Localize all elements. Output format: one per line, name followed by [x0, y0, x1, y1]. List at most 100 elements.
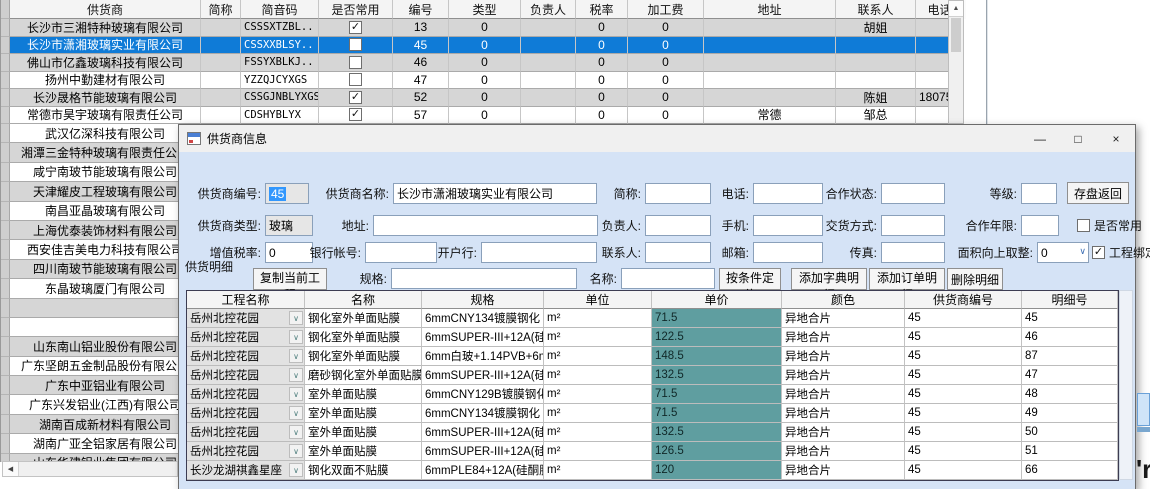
table-cell[interactable]: 岳州北控花园∨: [187, 347, 305, 366]
maximize-button[interactable]: □: [1059, 125, 1097, 152]
minimize-button[interactable]: —: [1021, 125, 1059, 152]
short-name-field[interactable]: [645, 183, 711, 204]
contact-field[interactable]: [645, 242, 711, 263]
table-cell[interactable]: 岳州北控花园∨: [187, 366, 305, 385]
table-cell: CSSSXTZBL..: [241, 19, 319, 37]
chevron-down-icon[interactable]: ∨: [289, 311, 303, 325]
round-up-combobox[interactable]: 0 ∨: [1037, 242, 1089, 263]
table-row[interactable]: 长沙晟格节能玻璃有限公司CSSGJNBLYXGS✓52000陈姐180751: [1, 89, 966, 107]
name-filter-input[interactable]: [621, 268, 715, 289]
table-cell: 47: [393, 72, 449, 90]
supplier-no-field[interactable]: 45: [265, 183, 309, 204]
supplier-name-field[interactable]: [393, 183, 597, 204]
table-row[interactable]: 岳州北控花园∨钢化室外单面贴膜6mmCNY134镀膜钢化m²71.5异地合片45…: [187, 309, 1118, 328]
email-field[interactable]: [753, 242, 823, 263]
list-item[interactable]: 湖南百成新材料有限公司: [1, 415, 178, 434]
list-item[interactable]: 广东中亚铝业有限公司: [1, 376, 178, 395]
detail-scrollbar[interactable]: [1119, 290, 1133, 480]
table-row[interactable]: 岳州北控花园∨室外单面贴膜6mmSUPER-III+12A(硅...m²132.…: [187, 423, 1118, 442]
list-item[interactable]: 上海优泰装饰材料有限公司: [1, 221, 178, 240]
list-item[interactable]: 广东兴发铝业(江西)有限公司: [1, 395, 178, 414]
mobile-field[interactable]: [753, 215, 823, 236]
table-row[interactable]: 常德市昊宇玻璃有限责任公司CDSHYBLYX✓57000常德邹总: [1, 107, 966, 125]
scroll-up-icon[interactable]: ▲: [949, 1, 963, 17]
table-cell: 异地合片: [782, 385, 905, 404]
list-item[interactable]: 南昌亚晶玻璃有限公司: [1, 202, 178, 221]
table-row[interactable]: 长沙龙湖祺鑫星座∨钢化双面不贴膜6mmPLE84+12A(硅酮胶...m²120…: [187, 461, 1118, 480]
phone-field[interactable]: [753, 183, 823, 204]
address-field[interactable]: [373, 215, 598, 236]
table-cell[interactable]: 长沙龙湖祺鑫星座∨: [187, 461, 305, 480]
list-item[interactable]: 山东南山铝业股份有限公司: [1, 337, 178, 356]
chevron-down-icon[interactable]: ∨: [289, 406, 303, 420]
table-row[interactable]: 佛山市亿鑫玻璃科技有限公司FSSYXBLKJ..✓46000: [1, 54, 966, 72]
list-item[interactable]: 武汉亿深科技有限公司: [1, 124, 178, 143]
bank-field[interactable]: [481, 242, 597, 263]
copy-project-button[interactable]: 复制当前工程: [253, 268, 327, 290]
vat-field[interactable]: 0: [265, 242, 313, 263]
chevron-down-icon[interactable]: ∨: [289, 330, 303, 344]
checkbox-icon[interactable]: ✓: [349, 21, 362, 34]
dialog-titlebar[interactable]: 供货商信息 — □ ×: [179, 125, 1135, 152]
table-row[interactable]: 岳州北控花园∨钢化室外单面贴膜6mmSUPER-III+12A(硅...m²12…: [187, 328, 1118, 347]
table-row[interactable]: 岳州北控花园∨室外单面贴膜6mmCNY134镀膜钢化m²71.5异地合片4549: [187, 404, 1118, 423]
table-cell: m²: [544, 423, 652, 442]
row-header-stub: [1, 19, 10, 37]
table-cell: 0: [449, 107, 521, 125]
add-order-detail-button[interactable]: 添加订单明细: [869, 268, 945, 290]
chevron-down-icon[interactable]: ∨: [289, 425, 303, 439]
table-row[interactable]: 岳州北控花园∨钢化室外单面贴膜6mm白玻+1.14PVB+6mm...m²148…: [187, 347, 1118, 366]
table-row[interactable]: 长沙市三湘特种玻璃有限公司CSSSXTZBL..✓13000胡姐: [1, 19, 966, 37]
chevron-down-icon[interactable]: ∨: [289, 463, 303, 477]
fax-field[interactable]: [881, 242, 945, 263]
table-row[interactable]: 岳州北控花园∨磨砂钢化室外单面贴膜6mmSUPER-III+12A(硅...m²…: [187, 366, 1118, 385]
coop-years-field[interactable]: [1021, 215, 1059, 236]
save-return-button[interactable]: 存盘返回: [1067, 182, 1129, 204]
table-row[interactable]: 岳州北控花园∨室外单面贴膜6mmSUPER-III+12A(硅...m²126.…: [187, 442, 1118, 461]
chevron-down-icon[interactable]: ∨: [289, 387, 303, 401]
project-bind-checkbox[interactable]: ✓ 工程绑定: [1092, 242, 1150, 263]
column-header: 工程名称: [187, 291, 305, 309]
list-item[interactable]: 四川南玻节能玻璃有限公司: [1, 260, 178, 279]
table-cell[interactable]: 岳州北控花园∨: [187, 404, 305, 423]
bank-account-field[interactable]: [365, 242, 437, 263]
list-item[interactable]: 东晶玻璃厦门有限公司: [1, 279, 178, 298]
manager-field[interactable]: [645, 215, 711, 236]
vertical-scrollbar[interactable]: ▲: [948, 0, 964, 124]
table-row[interactable]: 岳州北控花园∨室外单面贴膜6mmCNY129B镀膜钢化m²71.5异地合片454…: [187, 385, 1118, 404]
checkbox-icon[interactable]: ✓: [349, 91, 362, 104]
scroll-left-icon[interactable]: ◀: [3, 462, 19, 476]
add-dict-detail-button[interactable]: 添加字典明细: [791, 268, 867, 290]
table-row[interactable]: 长沙市潇湘玻璃实业有限公司CSSXXBLSY..✓45000: [1, 37, 966, 55]
coop-status-field[interactable]: [881, 183, 945, 204]
checkbox-icon[interactable]: ✓: [349, 108, 362, 121]
spec-filter-input[interactable]: [391, 268, 577, 289]
horizontal-scrollbar[interactable]: ◀: [2, 461, 178, 477]
list-item[interactable]: 广东坚朗五金制品股份有限公司: [1, 357, 178, 376]
list-item[interactable]: 天津耀皮工程玻璃有限公司: [1, 182, 178, 201]
supplier-type-field[interactable]: 玻璃: [265, 215, 313, 236]
close-button[interactable]: ×: [1097, 125, 1135, 152]
delivery-field[interactable]: [881, 215, 945, 236]
delete-detail-button[interactable]: 删除明细: [947, 268, 1003, 290]
checkbox-icon[interactable]: ✓: [349, 73, 362, 86]
chevron-down-icon[interactable]: ∨: [289, 368, 303, 382]
checkbox-icon[interactable]: ✓: [349, 56, 362, 69]
list-item[interactable]: 湖南广亚全铝家居有限公司: [1, 434, 178, 453]
table-row[interactable]: 扬州中勤建材有限公司YZZQJCYXGS✓47000: [1, 72, 966, 90]
often-used-checkbox[interactable]: ✓ 是否常用: [1077, 215, 1142, 236]
chevron-down-icon[interactable]: ∨: [289, 444, 303, 458]
table-cell[interactable]: 岳州北控花园∨: [187, 328, 305, 347]
locate-by-condition-button[interactable]: 按条件定位: [719, 268, 781, 290]
list-item[interactable]: 西安佳吉美电力科技有限公司: [1, 240, 178, 259]
table-cell[interactable]: 岳州北控花园∨: [187, 442, 305, 461]
scrollbar-thumb[interactable]: [951, 18, 961, 52]
list-item[interactable]: 湘潭三金特种玻璃有限责任公司: [1, 143, 178, 162]
chevron-down-icon[interactable]: ∨: [289, 349, 303, 363]
grade-field[interactable]: [1021, 183, 1057, 204]
table-cell[interactable]: 岳州北控花园∨: [187, 423, 305, 442]
list-item[interactable]: 咸宁南玻节能玻璃有限公司: [1, 163, 178, 182]
table-cell[interactable]: 岳州北控花园∨: [187, 385, 305, 404]
checkbox-icon[interactable]: ✓: [349, 38, 362, 51]
table-cell[interactable]: 岳州北控花园∨: [187, 309, 305, 328]
